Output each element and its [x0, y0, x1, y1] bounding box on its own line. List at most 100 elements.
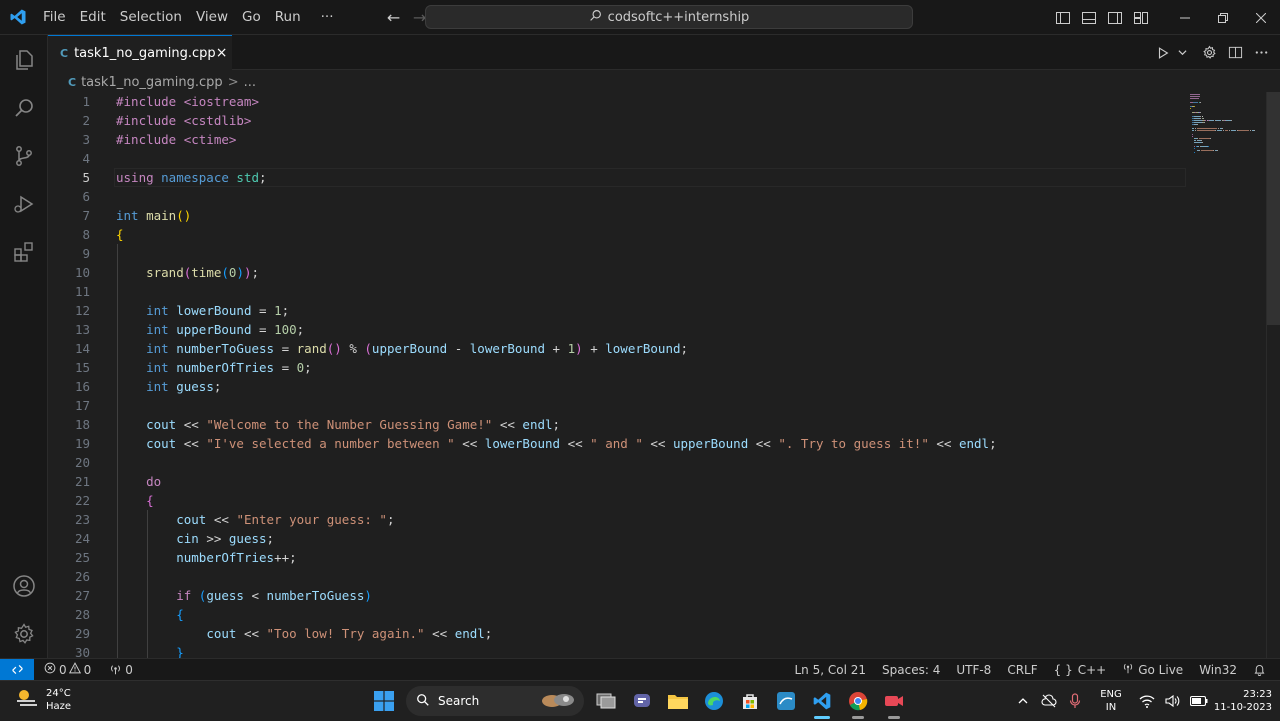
code-editor[interactable]: 1 #include <iostream> 2 #include <cstdlib> 3…	[48, 92, 1266, 658]
close-window-icon[interactable]	[1242, 0, 1280, 35]
screen-recorder-icon[interactable]	[876, 681, 912, 721]
code-line[interactable]: 4	[48, 149, 1266, 168]
taskbar-clock[interactable]: 23:23 11-10-2023	[1212, 688, 1272, 714]
editor-scrollbar-thumb[interactable]	[1267, 92, 1280, 325]
code-line[interactable]: 14 int numberToGuess = rand() % (upperBo…	[48, 339, 1266, 358]
menu-selection[interactable]: Selection	[113, 0, 189, 35]
indentation[interactable]: Spaces: 4	[876, 663, 946, 677]
task-view-icon[interactable]	[588, 681, 624, 721]
settings-gear-icon[interactable]	[1196, 35, 1222, 70]
file-explorer-icon[interactable]	[660, 681, 696, 721]
code-line[interactable]: 7 int main()	[48, 206, 1266, 225]
code-line[interactable]: 17	[48, 396, 1266, 415]
code-line[interactable]: 15 int numberOfTries = 0;	[48, 358, 1266, 377]
minimap[interactable]	[1186, 92, 1266, 658]
code-line[interactable]: 21 do	[48, 472, 1266, 491]
cloud-off-icon[interactable]	[1036, 681, 1062, 721]
code-line[interactable]: 28 {	[48, 605, 1266, 624]
platform[interactable]: Win32	[1193, 663, 1243, 677]
back-arrow-icon[interactable]: ←	[381, 8, 407, 27]
code-line[interactable]: 2 #include <cstdlib>	[48, 111, 1266, 130]
code-line[interactable]: 3 #include <ctime>	[48, 130, 1266, 149]
mysql-workbench-icon[interactable]	[768, 681, 804, 721]
toggle-panel-icon[interactable]	[1076, 0, 1102, 35]
menu-go[interactable]: Go	[235, 0, 268, 35]
windows-start-icon[interactable]	[366, 681, 402, 721]
code-line[interactable]: 16 int guess;	[48, 377, 1266, 396]
microsoft-store-icon[interactable]	[732, 681, 768, 721]
breadcrumb-file[interactable]: task1_no_gaming.cpp	[81, 75, 223, 90]
code-line[interactable]: 18 cout << "Welcome to the Number Guessi…	[48, 415, 1266, 434]
volume-icon[interactable]	[1160, 681, 1186, 721]
remote-window-icon[interactable]	[0, 658, 34, 681]
menu-file[interactable]: File	[36, 0, 73, 35]
code-line[interactable]: 22 {	[48, 491, 1266, 510]
minimize-icon[interactable]	[1166, 0, 1204, 35]
code-line[interactable]: 29 cout << "Too low! Try again." << endl…	[48, 624, 1266, 643]
code-line[interactable]: 5 using namespace std;	[48, 168, 1266, 187]
toggle-primary-sidebar-icon[interactable]	[1050, 0, 1076, 35]
restore-icon[interactable]	[1204, 0, 1242, 35]
code-line[interactable]: 30 }	[48, 643, 1266, 658]
code-line[interactable]: 11	[48, 282, 1266, 301]
go-live-button[interactable]: Go Live	[1116, 662, 1189, 677]
code-line[interactable]: 12 int lowerBound = 1;	[48, 301, 1266, 320]
code-line[interactable]: 8{	[48, 225, 1266, 244]
file-encoding[interactable]: UTF-8	[950, 663, 997, 677]
search-view-icon[interactable]	[0, 84, 48, 132]
code-line[interactable]: 6	[48, 187, 1266, 206]
breadcrumb-more[interactable]: ...	[244, 75, 256, 90]
vscode-taskbar-icon[interactable]	[804, 681, 840, 721]
extensions-icon[interactable]	[0, 228, 48, 276]
microphone-icon[interactable]	[1062, 681, 1088, 721]
code-line[interactable]: 13 int upperBound = 100;	[48, 320, 1266, 339]
code-line[interactable]: 24 cin >> guess;	[48, 529, 1266, 548]
accounts-icon[interactable]	[0, 562, 48, 610]
battery-icon[interactable]	[1186, 681, 1212, 721]
code-line[interactable]: 1 #include <iostream>	[48, 92, 1266, 111]
notifications-bell-icon[interactable]	[1247, 663, 1272, 676]
cursor-position[interactable]: Ln 5, Col 21	[789, 663, 873, 677]
manage-gear-icon[interactable]	[0, 610, 48, 658]
menu-run[interactable]: Run	[268, 0, 308, 35]
code-line[interactable]: 20	[48, 453, 1266, 472]
menu-more[interactable]: ···	[314, 0, 341, 35]
lang-bottom: IN	[1105, 702, 1117, 713]
edge-browser-icon[interactable]	[696, 681, 732, 721]
taskbar-apps: Search	[366, 681, 912, 721]
toggle-secondary-sidebar-icon[interactable]	[1102, 0, 1128, 35]
chevron-down-icon[interactable]	[1176, 35, 1188, 70]
ports-status[interactable]: 0	[103, 662, 139, 678]
run-and-debug-icon[interactable]	[0, 180, 48, 228]
input-language[interactable]: ENG IN	[1094, 688, 1128, 714]
explorer-icon[interactable]	[0, 36, 48, 84]
customize-layout-icon[interactable]	[1128, 0, 1154, 35]
wifi-icon[interactable]	[1134, 681, 1160, 721]
problems-status[interactable]: 0 0	[38, 662, 97, 677]
close-tab-icon[interactable]: ×	[216, 45, 228, 61]
breadcrumb: C task1_no_gaming.cpp > ...	[68, 72, 256, 92]
language-mode[interactable]: { } C++	[1048, 663, 1113, 677]
code-line[interactable]: 9	[48, 244, 1266, 263]
tab-task1-no-gaming[interactable]: C task1_no_gaming.cpp ×	[48, 35, 232, 70]
code-line[interactable]: 25 numberOfTries++;	[48, 548, 1266, 567]
weather-widget[interactable]: 24°C Haze	[14, 685, 71, 715]
end-of-line[interactable]: CRLF	[1001, 663, 1043, 677]
code-line[interactable]: 26	[48, 567, 1266, 586]
code-line[interactable]: 19 cout << "I've selected a number betwe…	[48, 434, 1266, 453]
teams-chat-icon[interactable]	[624, 681, 660, 721]
command-center-search[interactable]: codsoftc++internship	[425, 5, 913, 29]
code-line[interactable]: 10 srand(time(0));	[48, 263, 1266, 282]
code-line[interactable]: 27 if (guess < numberToGuess)	[48, 586, 1266, 605]
taskbar-search[interactable]: Search	[406, 686, 584, 716]
show-hidden-icons-chevron-up-icon[interactable]	[1010, 681, 1036, 721]
more-actions-icon[interactable]	[1248, 35, 1274, 70]
menu-view[interactable]: View	[189, 0, 235, 35]
split-editor-icon[interactable]	[1222, 35, 1248, 70]
code-line[interactable]: 23 cout << "Enter your guess: ";	[48, 510, 1266, 529]
run-file-icon[interactable]	[1150, 35, 1176, 70]
chrome-browser-icon[interactable]	[840, 681, 876, 721]
source-control-icon[interactable]	[0, 132, 48, 180]
menu-edit[interactable]: Edit	[73, 0, 113, 35]
line-number: 4	[82, 151, 90, 166]
